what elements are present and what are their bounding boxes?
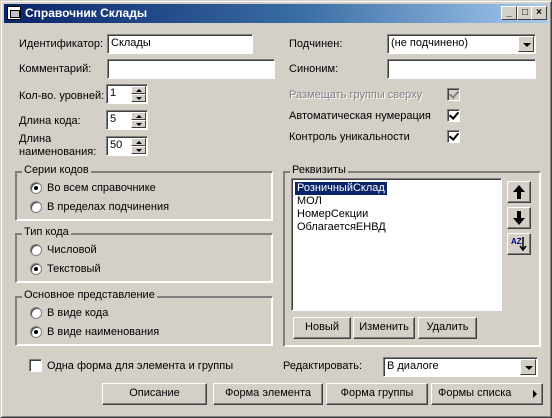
code-length-label: Длина кода:: [19, 115, 81, 127]
list-forms-label: Формы списка: [438, 387, 512, 399]
list-item[interactable]: МОЛ: [295, 195, 324, 208]
name-length-value: 50: [110, 139, 123, 151]
arrow-down-icon: [513, 211, 525, 225]
series-group: Серии кодов: [15, 164, 273, 221]
series-all-label: Во всем справочнике: [47, 182, 156, 194]
presentation-name-radio[interactable]: [30, 326, 42, 338]
presentation-code-radio[interactable]: [30, 307, 42, 319]
presentation-group: Основное представление: [15, 289, 273, 346]
presentation-code-label: В виде кода: [47, 307, 109, 319]
triangle-right-icon: [533, 390, 537, 398]
edit-mode-combobox[interactable]: В диалоге: [383, 357, 538, 377]
edit-attribute-button[interactable]: Изменить: [353, 317, 415, 339]
list-item[interactable]: НомерСекции: [295, 208, 370, 221]
code-text-radio[interactable]: [30, 263, 42, 275]
parent-combobox[interactable]: (не подчинено): [387, 34, 536, 54]
parent-value: (не подчинено): [391, 37, 469, 49]
code-numeric-label: Числовой: [47, 244, 97, 256]
groups-top-label: Размещать группы сверху: [289, 89, 423, 101]
spin-up-icon[interactable]: [131, 138, 146, 146]
code-length-spin-buttons[interactable]: [131, 112, 146, 128]
synonym-label: Синоним:: [289, 63, 339, 75]
one-form-checkbox[interactable]: [29, 359, 42, 372]
window-title: Справочник Склады: [25, 6, 148, 20]
close-button[interactable]: ×: [531, 6, 547, 20]
new-attribute-button[interactable]: Новый: [293, 317, 351, 339]
arrow-up-icon: [513, 185, 525, 199]
sort-az-icon: AZ: [510, 235, 528, 253]
series-subordinate-radio[interactable]: [30, 201, 42, 213]
group-form-button[interactable]: Форма группы: [326, 383, 428, 405]
list-item[interactable]: ОблагаетсяЕНВД: [295, 221, 388, 234]
code-length-spinner[interactable]: 5: [106, 110, 148, 130]
one-form-label: Одна форма для элемента и группы: [47, 360, 234, 372]
app-icon[interactable]: [7, 6, 21, 20]
spin-down-icon[interactable]: [131, 120, 146, 128]
element-form-button[interactable]: Форма элемента: [213, 383, 323, 405]
identifier-input[interactable]: Склады: [107, 34, 253, 54]
levels-spin-buttons[interactable]: [131, 86, 146, 102]
spin-down-icon[interactable]: [131, 94, 146, 102]
delete-attribute-button[interactable]: Удалить: [418, 317, 477, 339]
code-length-value: 5: [110, 113, 117, 125]
minimize-button[interactable]: _: [501, 6, 517, 20]
list-item[interactable]: РозничныйСклад: [295, 182, 387, 195]
spin-up-icon[interactable]: [131, 112, 146, 120]
series-all-radio[interactable]: [30, 182, 42, 194]
attributes-list[interactable]: РозничныйСклад МОЛ НомерСекции Облагаетс…: [291, 178, 502, 311]
edit-mode-value: В диалоге: [387, 360, 439, 372]
name-length-spin-buttons[interactable]: [131, 138, 146, 154]
levels-spinner[interactable]: 1: [106, 84, 148, 104]
move-up-button[interactable]: [507, 181, 531, 203]
edit-mode-label: Редактировать:: [283, 360, 363, 372]
code-text-label: Текстовый: [47, 263, 101, 275]
presentation-name-label: В виде наименования: [47, 326, 160, 338]
name-length-spinner[interactable]: 50: [106, 136, 148, 156]
sort-button[interactable]: AZ: [507, 233, 531, 255]
auto-numbering-label: Автоматическая нумерация: [289, 110, 431, 122]
catalog-dialog-window: Справочник Склады _ □ × Идентификатор: С…: [0, 0, 552, 418]
parent-label: Подчинен:: [289, 38, 343, 50]
chevron-down-icon[interactable]: [518, 36, 534, 52]
comment-label: Комментарий:: [19, 63, 92, 75]
levels-value: 1: [110, 87, 117, 99]
name-length-label-line2: наименования:: [19, 146, 97, 158]
series-subordinate-label: В пределах подчинения: [47, 201, 170, 213]
uniqueness-label: Контроль уникальности: [289, 131, 410, 143]
presentation-group-title: Основное представление: [22, 289, 157, 301]
description-button[interactable]: Описание: [102, 383, 207, 405]
code-type-group: Тип кода: [15, 226, 273, 283]
attributes-group-title: Реквизиты: [290, 164, 348, 176]
name-length-label-line1: Длина: [19, 133, 52, 145]
spin-down-icon[interactable]: [131, 146, 146, 154]
comment-input[interactable]: [107, 59, 275, 79]
code-type-group-title: Тип кода: [22, 226, 71, 238]
groups-top-checkbox[interactable]: [447, 88, 460, 101]
chevron-down-icon[interactable]: [520, 359, 536, 375]
list-forms-button[interactable]: Формы списка: [431, 383, 543, 405]
levels-label: Кол-во. уровней:: [19, 90, 105, 102]
uniqueness-checkbox[interactable]: [447, 130, 460, 143]
series-group-title: Серии кодов: [22, 164, 91, 176]
auto-numbering-checkbox[interactable]: [447, 109, 460, 122]
identifier-label: Идентификатор:: [19, 38, 104, 50]
title-bar[interactable]: Справочник Склады _ □ ×: [4, 4, 548, 23]
spin-up-icon[interactable]: [131, 86, 146, 94]
code-numeric-radio[interactable]: [30, 244, 42, 256]
move-down-button[interactable]: [507, 207, 531, 229]
synonym-input[interactable]: [387, 59, 536, 79]
